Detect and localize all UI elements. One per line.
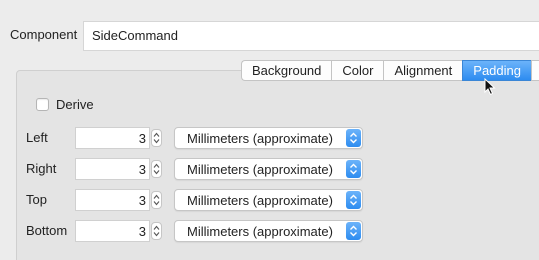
padding-bottom-stepper[interactable] bbox=[151, 222, 162, 240]
tab-next-partial[interactable] bbox=[531, 60, 539, 81]
derive-checkbox[interactable] bbox=[36, 98, 49, 111]
padding-top-unit-value: Millimeters (approximate) bbox=[187, 193, 333, 208]
padding-right-stepper[interactable] bbox=[151, 160, 162, 178]
padding-right-unit-value: Millimeters (approximate) bbox=[187, 162, 333, 177]
component-name-field[interactable]: SideCommand bbox=[83, 21, 539, 51]
chevron-up-down-icon bbox=[346, 191, 361, 209]
padding-bottom-label: Bottom bbox=[26, 223, 68, 238]
tab-background[interactable]: Background bbox=[241, 60, 332, 81]
padding-style-editor: Component SideCommand Background Color A… bbox=[0, 0, 539, 260]
chevron-up-down-icon bbox=[346, 222, 361, 240]
stepper-arrows-icon bbox=[153, 163, 160, 175]
tab-color[interactable]: Color bbox=[331, 60, 384, 81]
padding-left-unit-value: Millimeters (approximate) bbox=[187, 131, 333, 146]
derive-option[interactable]: Derive bbox=[36, 97, 94, 112]
padding-bottom-input[interactable]: 3 bbox=[75, 220, 150, 242]
derive-label: Derive bbox=[56, 97, 94, 112]
padding-bottom-unit-select[interactable]: Millimeters (approximate) bbox=[174, 220, 363, 242]
padding-top-unit-select[interactable]: Millimeters (approximate) bbox=[174, 189, 363, 211]
tab-alignment[interactable]: Alignment bbox=[383, 60, 463, 81]
tab-padding[interactable]: Padding bbox=[462, 60, 531, 81]
padding-row-top: Top 3 Millimeters (approximate) bbox=[0, 189, 539, 211]
padding-row-right: Right 3 Millimeters (approximate) bbox=[0, 158, 539, 180]
stepper-arrows-icon bbox=[153, 132, 160, 144]
padding-left-stepper[interactable] bbox=[151, 129, 162, 147]
padding-top-label: Top bbox=[26, 192, 47, 207]
padding-left-unit-select[interactable]: Millimeters (approximate) bbox=[174, 127, 363, 149]
stepper-arrows-icon bbox=[153, 194, 160, 206]
mouse-pointer-icon bbox=[484, 78, 496, 96]
padding-row-bottom: Bottom 3 Millimeters (approximate) bbox=[0, 220, 539, 242]
padding-bottom-unit-value: Millimeters (approximate) bbox=[187, 224, 333, 239]
padding-top-input[interactable]: 3 bbox=[75, 189, 150, 211]
padding-right-label: Right bbox=[26, 161, 57, 176]
component-label: Component bbox=[10, 27, 78, 42]
padding-top-stepper[interactable] bbox=[151, 191, 162, 209]
chevron-up-down-icon bbox=[346, 129, 361, 147]
chevron-up-down-icon bbox=[346, 160, 361, 178]
stepper-arrows-icon bbox=[153, 225, 160, 237]
padding-left-label: Left bbox=[26, 130, 48, 145]
padding-right-unit-select[interactable]: Millimeters (approximate) bbox=[174, 158, 363, 180]
padding-left-input[interactable]: 3 bbox=[75, 127, 150, 149]
padding-row-left: Left 3 Millimeters (approximate) bbox=[0, 127, 539, 149]
padding-right-input[interactable]: 3 bbox=[75, 158, 150, 180]
